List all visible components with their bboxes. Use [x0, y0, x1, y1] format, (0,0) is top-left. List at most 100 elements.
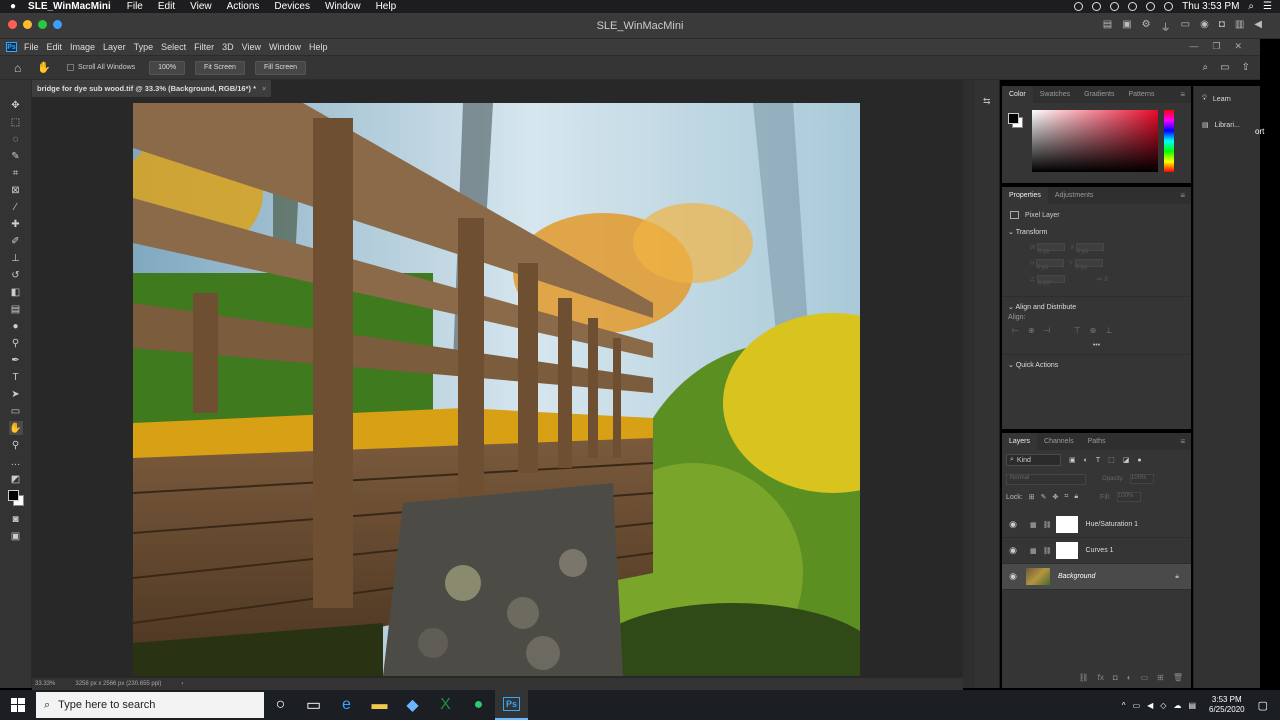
lock-position-icon[interactable]: ✥ — [1052, 493, 1058, 501]
sync-icon[interactable] — [1110, 2, 1120, 11]
edge-icon[interactable]: e — [330, 690, 363, 720]
ps-menu-select[interactable]: Select — [161, 42, 186, 52]
mac-menu-window[interactable]: Window — [325, 1, 361, 12]
mac-app-name[interactable]: SLE_WinMacMini — [28, 1, 111, 12]
kind-filter-select[interactable]: ⌕ Kind — [1006, 454, 1061, 466]
cloud-icon[interactable]: ☁ — [1173, 701, 1181, 710]
zoom-tool-icon[interactable]: ⚲ — [9, 438, 23, 452]
delete-layer-icon[interactable]: 🗑︎ — [1173, 673, 1183, 682]
fill-screen-button[interactable]: Fill Screen — [254, 60, 307, 75]
frame-tool-icon[interactable]: ⊠ — [9, 183, 23, 197]
foreground-color-swatch[interactable] — [7, 490, 19, 501]
tab-layers[interactable]: Layers — [1002, 433, 1038, 450]
align-right-icon[interactable]: ⊣ — [1044, 326, 1051, 336]
lock-transparent-icon[interactable]: ⊞ — [1029, 493, 1035, 501]
align-top-icon[interactable]: ⊤ — [1074, 326, 1081, 336]
transform-section-header[interactable]: ⌄ Transform — [1002, 226, 1191, 240]
mac-menu-edit[interactable]: Edit — [158, 1, 175, 12]
mask-link-icon[interactable]: ⛓ — [1043, 547, 1052, 555]
printer-icon[interactable]: ▥ — [1235, 19, 1244, 34]
background-layer-thumbnail[interactable] — [1026, 568, 1050, 585]
layer-name[interactable]: Background — [1058, 573, 1095, 580]
status-arrow-icon[interactable]: › — [181, 681, 183, 687]
folder-icon[interactable]: ▭ — [1181, 19, 1190, 34]
layer-name[interactable]: Hue/Saturation 1 — [1086, 521, 1139, 528]
more-options-button[interactable]: ••• — [1002, 338, 1191, 354]
usb-icon[interactable]: ⏚ — [1161, 19, 1171, 34]
align-center-h-icon[interactable]: ⊕ — [1028, 326, 1035, 336]
add-mask-icon[interactable]: ◘ — [1113, 673, 1118, 682]
mac-clock[interactable]: Thu 3:53 PM — [1182, 1, 1239, 12]
close-window-button[interactable] — [8, 20, 17, 29]
blur-tool-icon[interactable]: ● — [9, 319, 23, 333]
mac-menu-file[interactable]: File — [127, 1, 143, 12]
photoshop-taskbar-icon[interactable]: Ps — [495, 690, 528, 720]
eraser-tool-icon[interactable]: ◧ — [9, 285, 23, 299]
display-icon[interactable]: ▣ — [1122, 19, 1131, 34]
flip-vertical-icon[interactable]: ⇵ — [1103, 277, 1108, 283]
y-field[interactable]: 0 px — [1074, 259, 1103, 271]
screen-mode-icon[interactable]: ▣ — [9, 529, 23, 543]
spotlight-icon[interactable]: ⌕ — [1248, 1, 1254, 12]
w-field[interactable]: 0 px — [1037, 243, 1066, 255]
clone-stamp-tool-icon[interactable]: ⊥ — [9, 251, 23, 265]
ps-menu-view[interactable]: View — [242, 42, 261, 52]
quick-actions-header[interactable]: ⌄ Quick Actions — [1002, 354, 1191, 372]
tab-adjustments[interactable]: Adjustments — [1048, 187, 1101, 204]
info-icon[interactable] — [1092, 2, 1102, 11]
status-zoom[interactable]: 33.33% — [35, 681, 55, 687]
taskbar-clock[interactable]: 3:53 PM 6/25/2020 — [1209, 695, 1245, 715]
history-brush-tool-icon[interactable]: ↺ — [9, 268, 23, 282]
workspace-icon[interactable]: ▭ — [1220, 62, 1229, 73]
filter-adjustment-icon[interactable]: ◐ — [1084, 457, 1088, 464]
speaker-icon[interactable]: ◀ — [1147, 701, 1153, 710]
dodge-tool-icon[interactable]: ⚲ — [9, 336, 23, 350]
layer-row[interactable]: ◉ ▦ ⛓ Curves 1 — [1002, 538, 1191, 564]
path-select-tool-icon[interactable]: ➤ — [9, 387, 23, 401]
network-icon[interactable]: ▭ — [1133, 701, 1141, 710]
home-icon[interactable]: ⌂ — [14, 61, 21, 75]
search-icon[interactable]: ⌕ — [1203, 62, 1209, 73]
fullscreen-window-button[interactable] — [53, 20, 62, 29]
layer-mask-thumbnail[interactable] — [1055, 516, 1078, 533]
visibility-eye-icon[interactable]: ◉ — [1002, 545, 1024, 556]
ps-menu-file[interactable]: File — [24, 42, 39, 52]
speaker-icon[interactable]: ◀ — [1254, 19, 1262, 34]
h-field[interactable]: 0 px — [1036, 259, 1065, 271]
pen-tool-icon[interactable]: ✒ — [9, 353, 23, 367]
close-tab-icon[interactable]: × — [262, 84, 266, 93]
align-bottom-icon[interactable]: ⊥ — [1105, 326, 1112, 336]
mic-icon[interactable]: ◉ — [1200, 19, 1209, 34]
apple-icon[interactable]: ● — [10, 1, 16, 12]
opacity-field[interactable]: 100% — [1130, 474, 1155, 484]
eyedropper-tool-icon[interactable]: ⁄ — [9, 200, 23, 214]
canvas-image[interactable] — [133, 103, 860, 676]
zoom-100-button[interactable]: 100% — [149, 60, 186, 75]
ps-menu-3d[interactable]: 3D — [222, 42, 234, 52]
zoom-window-button[interactable] — [38, 20, 47, 29]
filter-shape-icon[interactable]: ⬚ — [1108, 456, 1115, 464]
libraries-panel-button[interactable]: ▤ Librari... — [1194, 112, 1260, 138]
share-icon[interactable]: ⇧ — [1242, 62, 1250, 73]
hand-tool-icon[interactable]: ✋ — [8, 421, 23, 435]
ps-minimize-icon[interactable]: — — [1189, 41, 1198, 52]
ps-restore-icon[interactable]: ❐ — [1212, 41, 1220, 52]
fill-field[interactable]: 100% — [1116, 492, 1141, 502]
learn-panel-button[interactable]: 💡︎ Learn — [1194, 86, 1260, 112]
brush-tool-icon[interactable]: ✐ — [9, 234, 23, 248]
type-tool-icon[interactable]: T — [9, 370, 23, 384]
blend-mode-select[interactable]: Normal — [1006, 473, 1086, 485]
task-view-icon[interactable]: ▭ — [297, 690, 330, 720]
tab-patterns[interactable]: Patterns — [1121, 86, 1161, 103]
lock-all-icon[interactable]: 🔒︎ — [1074, 493, 1078, 501]
lock-artboard-icon[interactable]: ⌗ — [1064, 493, 1068, 501]
align-left-icon[interactable]: ⊢ — [1012, 326, 1019, 336]
file-explorer-icon[interactable]: ▬ — [363, 690, 396, 720]
ps-menu-filter[interactable]: Filter — [194, 42, 214, 52]
camera-icon[interactable]: ◘ — [1219, 19, 1225, 34]
windows-start-icon[interactable] — [0, 690, 36, 720]
ps-menu-image[interactable]: Image — [70, 42, 95, 52]
history-panel-icon[interactable]: ⇆ — [983, 96, 991, 107]
layer-row[interactable]: ◉ ▦ ⛓ Hue/Saturation 1 — [1002, 512, 1191, 538]
settings-icon[interactable]: ⚙ — [1142, 19, 1151, 34]
